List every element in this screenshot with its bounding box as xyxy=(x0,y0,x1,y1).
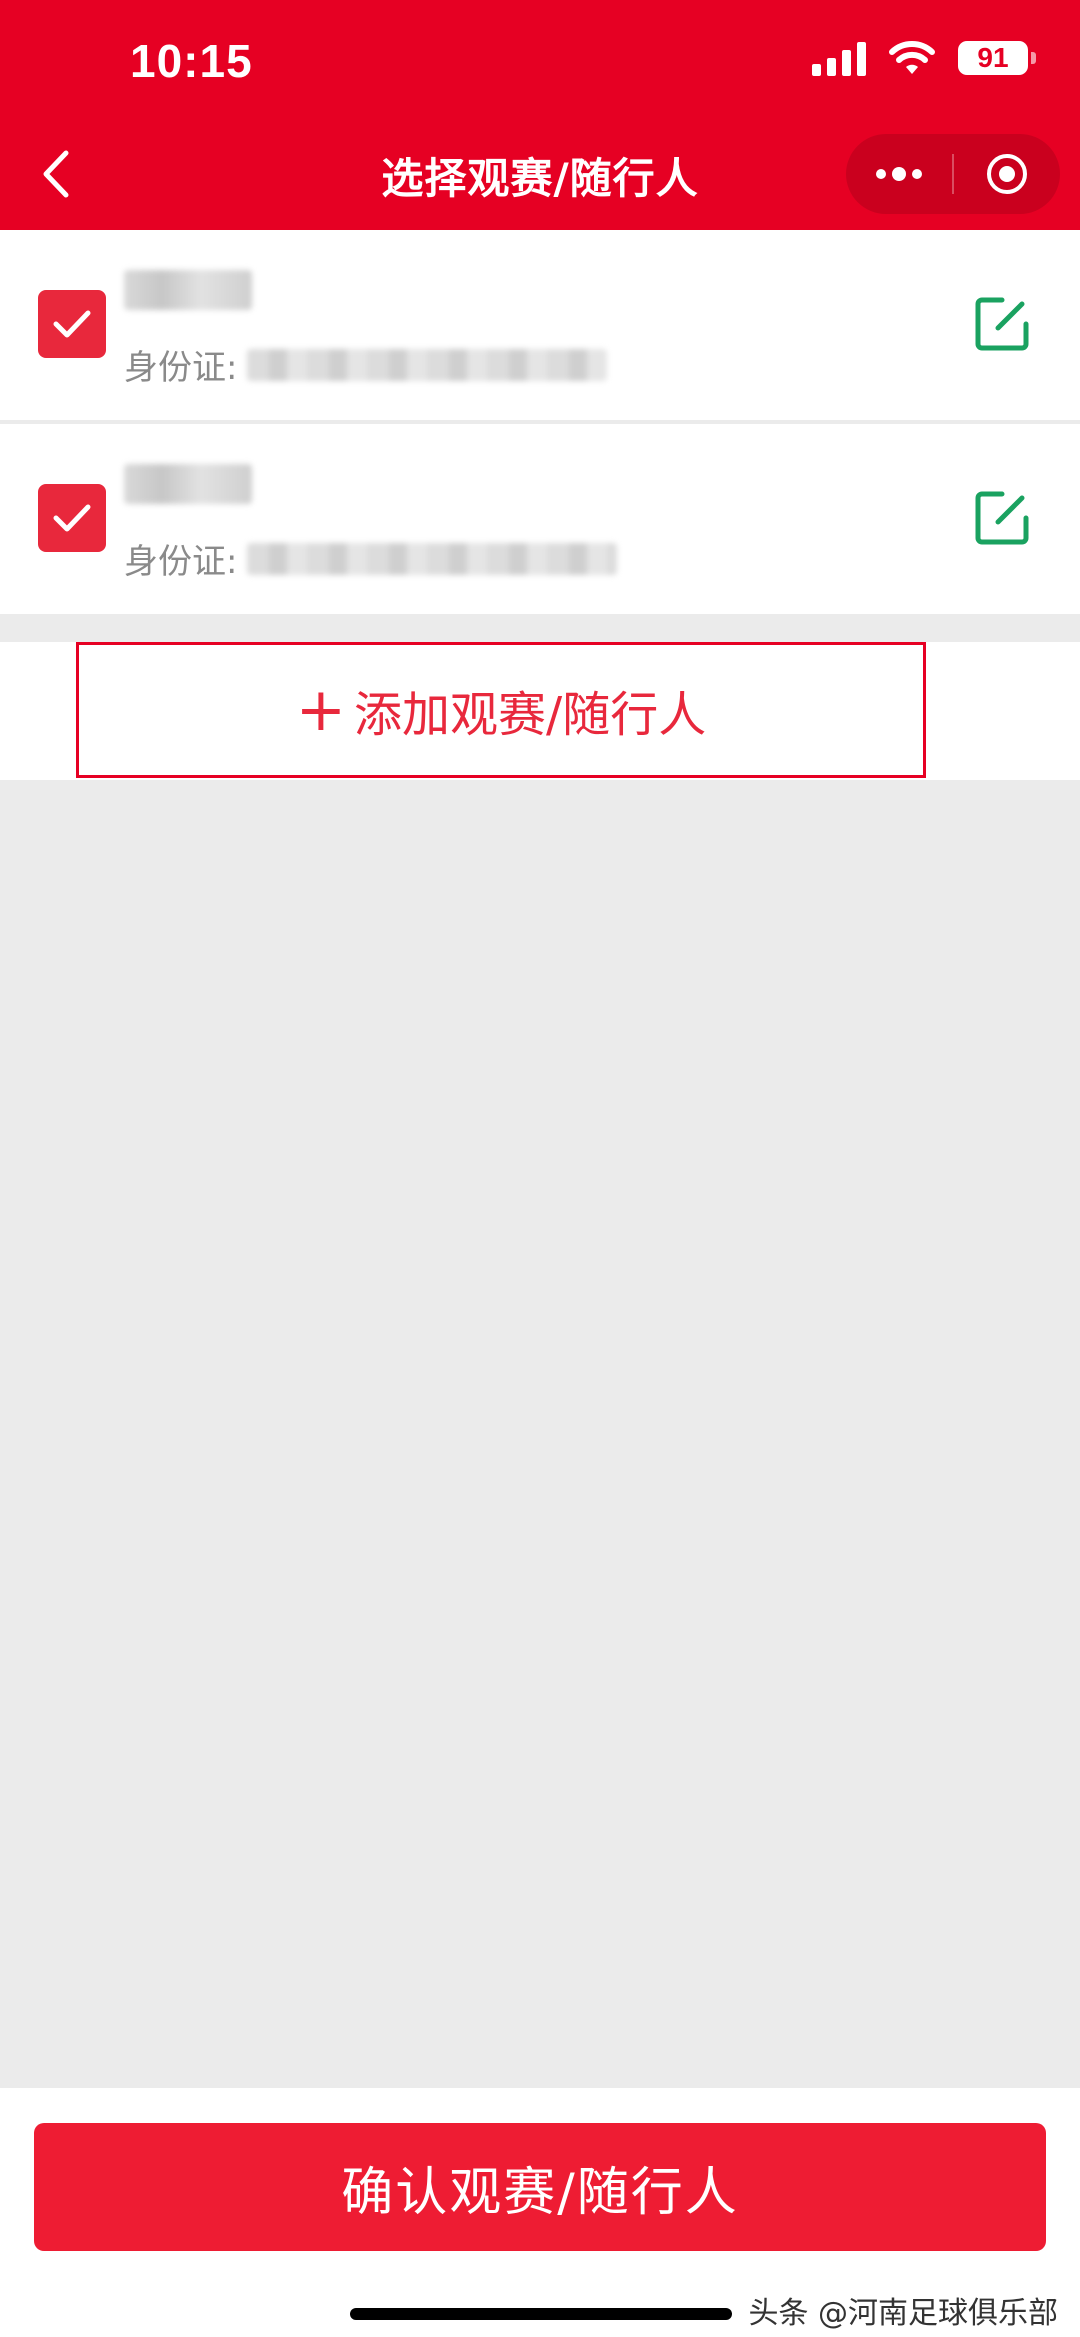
more-dots-icon xyxy=(876,167,922,181)
edit-icon xyxy=(975,297,1029,351)
id-number-redacted xyxy=(247,542,618,575)
person-id-row: 身份证: xyxy=(124,534,618,583)
checkmark-icon xyxy=(53,504,91,532)
add-person-section: + 添加观赛/随行人 xyxy=(0,642,1080,780)
person-list: 身份证: 身份证: + 添加观赛/随行人 xyxy=(0,230,1080,780)
person-item[interactable]: 身份证: xyxy=(0,424,1080,618)
person-id-row: 身份证: xyxy=(124,340,608,389)
id-label: 身份证: xyxy=(124,348,238,388)
person-checkbox[interactable] xyxy=(38,290,106,358)
home-indicator[interactable] xyxy=(350,2308,732,2320)
id-number-redacted xyxy=(247,348,608,381)
person-checkbox[interactable] xyxy=(38,484,106,552)
edit-person-button[interactable] xyxy=(972,294,1032,354)
add-person-button[interactable]: + 添加观赛/随行人 xyxy=(76,642,926,778)
id-label: 身份证: xyxy=(124,542,238,582)
person-name-redacted xyxy=(124,464,254,510)
add-person-label: 添加观赛/随行人 xyxy=(354,687,707,743)
watermark: 头条 @河南足球俱乐部 xyxy=(748,2296,1058,2331)
miniprogram-capsule xyxy=(846,134,1060,214)
plus-icon: + xyxy=(295,675,347,745)
target-circle-icon xyxy=(987,154,1027,194)
battery-level: 91 xyxy=(977,42,1009,73)
person-name-redacted xyxy=(124,270,254,316)
app-header: 10:15 91 选择观赛/随行人 xyxy=(0,0,1080,230)
wifi-icon xyxy=(889,41,935,74)
list-spacer xyxy=(0,618,1080,642)
cellular-signal-icon xyxy=(812,40,866,76)
confirm-button[interactable]: 确认观赛/随行人 xyxy=(34,2123,1046,2251)
status-time: 10:15 xyxy=(130,35,253,87)
person-item[interactable]: 身份证: xyxy=(0,230,1080,424)
footer-bar: 确认观赛/随行人 头条 @河南足球俱乐部 xyxy=(0,2088,1080,2337)
battery-icon: 91 xyxy=(958,41,1036,75)
edit-person-button[interactable] xyxy=(972,488,1032,548)
edit-icon xyxy=(975,491,1029,545)
status-icons: 91 xyxy=(812,40,1036,76)
checkmark-icon xyxy=(53,310,91,338)
close-miniprogram-button[interactable] xyxy=(954,134,1060,214)
more-button[interactable] xyxy=(846,134,952,214)
